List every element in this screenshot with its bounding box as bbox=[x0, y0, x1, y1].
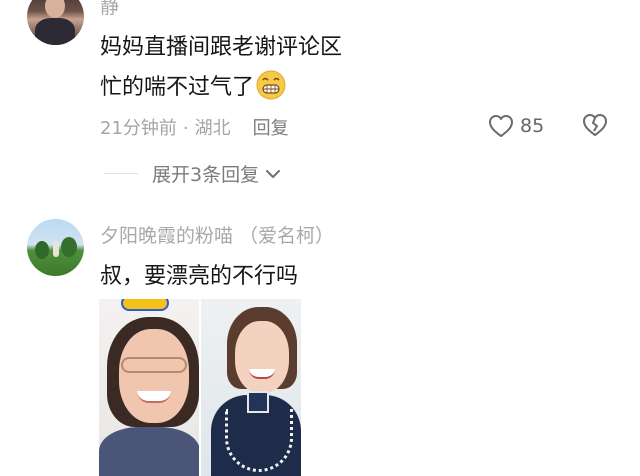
dislike-button[interactable] bbox=[582, 113, 608, 141]
avatar[interactable] bbox=[27, 0, 84, 45]
comment-username[interactable]: 夕阳晚霞的粉喵 （爱名柯） bbox=[100, 221, 334, 248]
like-button[interactable]: 85 bbox=[488, 113, 544, 139]
photo-left-face bbox=[119, 329, 189, 423]
comment-username[interactable]: 静 bbox=[100, 0, 119, 19]
comment-meta: 21分钟前 · 湖北 回复 bbox=[100, 114, 289, 140]
expand-replies-button[interactable]: 展开3条回复 bbox=[104, 160, 281, 187]
comment-text: 忙的喘不过气了 bbox=[100, 75, 255, 100]
expand-divider-line bbox=[104, 173, 138, 174]
comment-image[interactable] bbox=[99, 299, 301, 476]
chevron-down-icon bbox=[266, 169, 281, 178]
avatar-tree bbox=[61, 237, 77, 257]
comment-text-line: 忙的喘不过气了 bbox=[100, 69, 286, 101]
comment-text: 叔，要漂亮的不行吗 bbox=[100, 264, 299, 289]
avatar-body bbox=[35, 18, 75, 45]
comment-location: 湖北 bbox=[194, 118, 231, 139]
photo-badge-sticker bbox=[121, 299, 169, 311]
grinning-face-emoji-icon bbox=[256, 70, 286, 100]
avatar-tree bbox=[35, 241, 49, 259]
broken-heart-icon bbox=[583, 114, 607, 136]
expand-replies-label: 展开3条回复 bbox=[152, 164, 260, 186]
meta-separator: · bbox=[182, 118, 189, 139]
photo-left-glasses bbox=[121, 357, 187, 373]
avatar-figure bbox=[53, 241, 59, 257]
comment-time: 21分钟前 bbox=[100, 118, 177, 139]
avatar-face bbox=[45, 0, 65, 18]
like-count: 85 bbox=[520, 115, 545, 137]
reply-button[interactable]: 回复 bbox=[253, 118, 289, 139]
comment-text-line: 妈妈直播间跟老谢评论区 bbox=[100, 35, 343, 60]
photo-right-face bbox=[235, 321, 289, 393]
photo-divider bbox=[199, 299, 201, 476]
heart-outline-icon bbox=[489, 115, 513, 137]
avatar[interactable] bbox=[27, 219, 84, 276]
photo-left-body bbox=[99, 427, 200, 476]
